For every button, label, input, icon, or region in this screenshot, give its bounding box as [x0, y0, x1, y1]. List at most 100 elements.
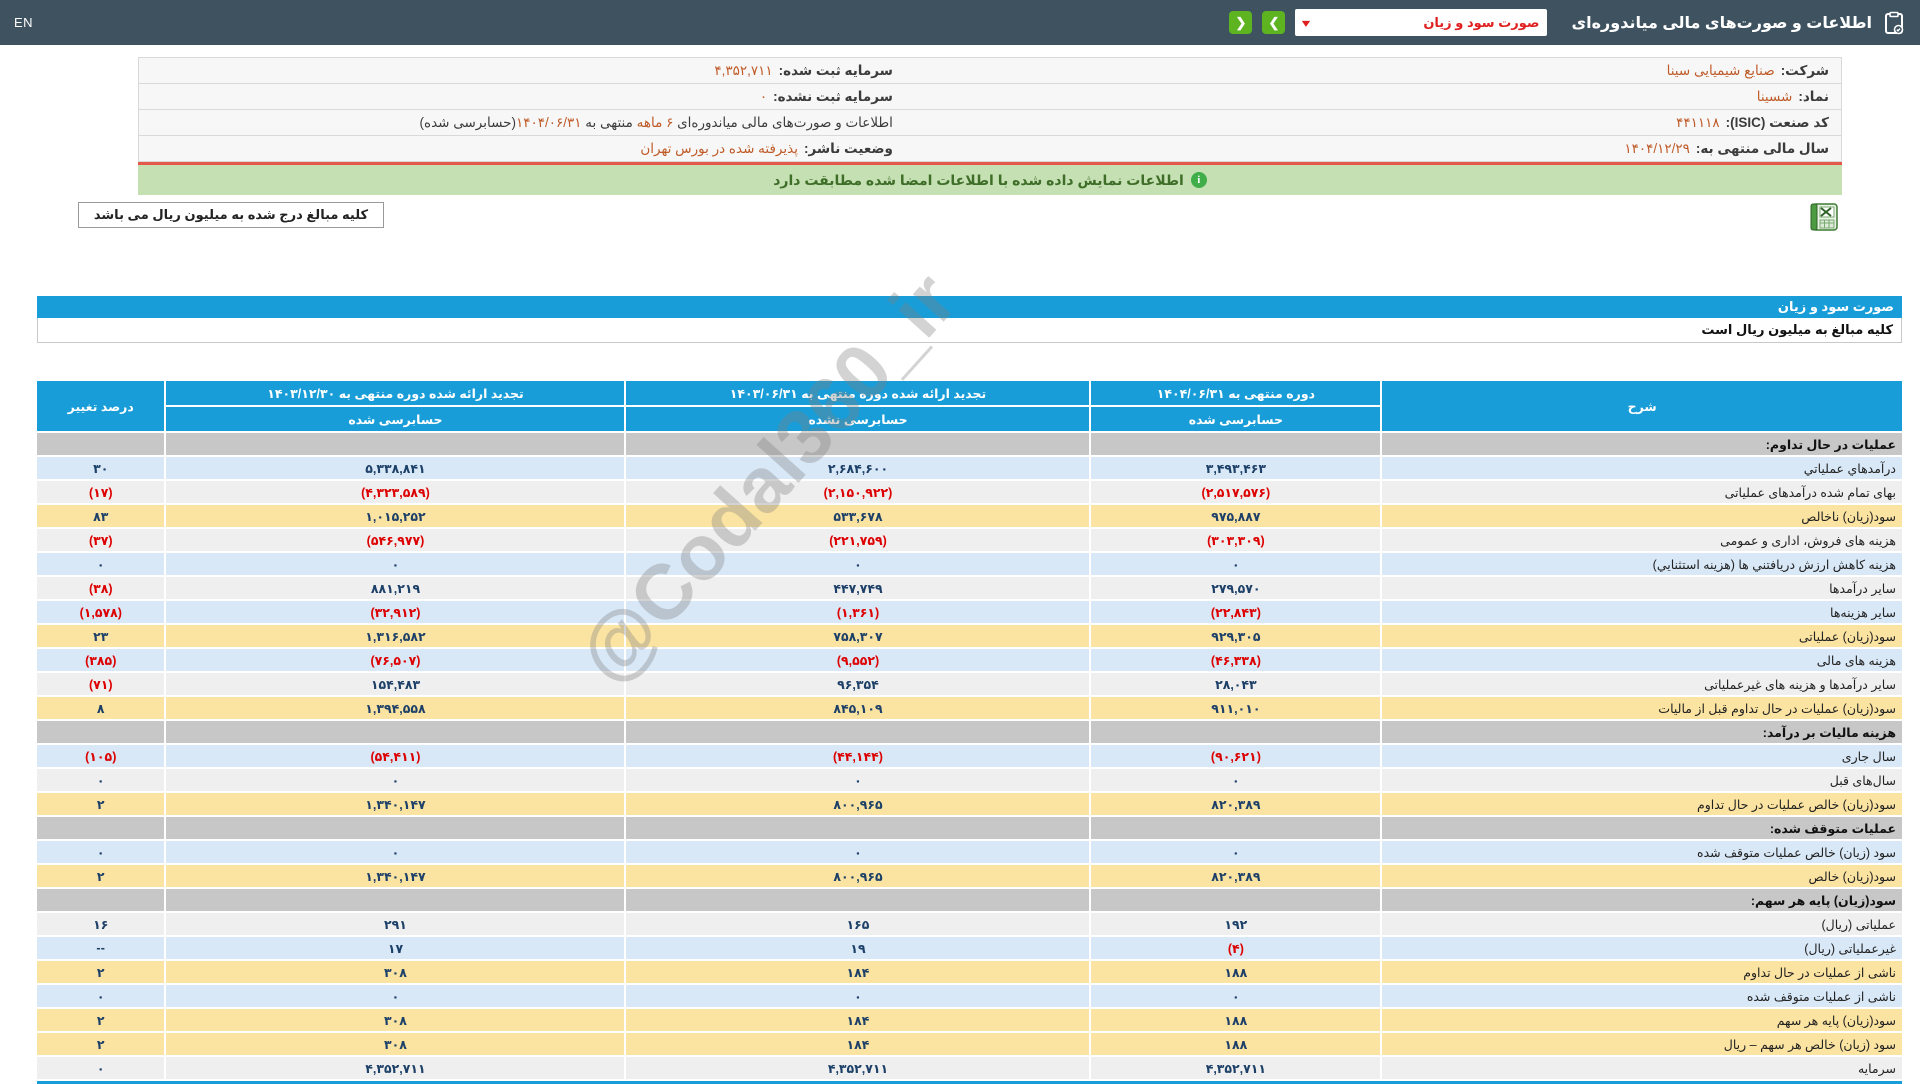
company-info-row: سال مالی منتهی به: ۱۴۰۴/۱۲/۲۹ وضعیت ناشر:…	[139, 136, 1841, 162]
cell-value-annual	[166, 433, 625, 455]
company-info-row: نماد: شسینا سرمایه ثبت نشده: ۰	[139, 84, 1841, 110]
cell-value-prior	[626, 889, 1090, 911]
cell-percent-change: ۰	[37, 1057, 165, 1079]
table-header: شرح دوره منتهی به ۱۴۰۴/۰۶/۳۱ تجدید ارائه…	[37, 381, 1902, 431]
cell-value-annual: ۰	[166, 553, 625, 575]
cell-value-prior	[626, 433, 1090, 455]
cell-percent-change: ۲۳	[37, 625, 165, 647]
cell-percent-change	[37, 433, 165, 455]
cell-value-prior: ۱۹	[626, 937, 1090, 959]
cell-value-current: ۴,۳۵۲,۷۱۱	[1091, 1057, 1381, 1079]
table-row: درآمدهاي عملياتي ۳,۴۹۳,۴۶۳ ۲,۶۸۴,۶۰۰ ۵,۳۳۸,…	[37, 457, 1902, 479]
cell-percent-change: (۱۰۵)	[37, 745, 165, 767]
cell-value-annual: ۱,۳۴۰,۱۴۷	[166, 793, 625, 815]
cell-value-current: ۱۸۸	[1091, 1033, 1381, 1055]
excel-export-icon[interactable]	[1808, 202, 1840, 232]
statement-title-bar: صورت سود و زیان	[37, 296, 1902, 318]
report-type-select[interactable]: صورت سود و زیان ▾	[1295, 9, 1548, 36]
cell-percent-change: ۲	[37, 1009, 165, 1031]
cell-percent-change: (۳۸۵)	[37, 649, 165, 671]
symbol-value: شسینا	[1756, 88, 1793, 104]
row-label: غیرعملیاتی (ریال)	[1382, 937, 1902, 959]
cell-value-annual: ۵,۳۳۸,۸۴۱	[166, 457, 625, 479]
cell-value-current: (۲۲,۸۴۳)	[1091, 601, 1381, 623]
table-row: هزینه های مالی (۴۶,۳۳۸) (۹,۵۵۲) (۷۶,۵۰۷) (۳۸…	[37, 649, 1902, 671]
cell-value-prior: ۹۶,۳۵۴	[626, 673, 1090, 695]
cell-value-prior: (۲۲۱,۷۵۹)	[626, 529, 1090, 551]
row-label: سال جاری	[1382, 745, 1902, 767]
cell-percent-change: ۱۶	[37, 913, 165, 935]
cell-value-prior: ۱۸۴	[626, 1033, 1090, 1055]
cell-value-prior: ۱۸۴	[626, 1009, 1090, 1031]
next-report-button[interactable]: ❯	[1262, 11, 1286, 34]
row-label: ناشی از عملیات در حال تداوم	[1382, 961, 1902, 983]
company-info-row: کد صنعت (ISIC): ۴۴۱۱۱۸ اطلاعات و صورت‌های…	[139, 110, 1841, 136]
table-row: هزینه های فروش، اداری و عمومی (۳۰۳,۳۰۹) (۲…	[37, 529, 1902, 551]
top-bar: اطلاعات و صورت‌های مالی میاندوره‌ای صورت…	[0, 0, 1920, 45]
cell-percent-change	[37, 889, 165, 911]
row-label: سایر هزینه‌ها	[1382, 601, 1902, 623]
cell-value-prior: ۱۶۵	[626, 913, 1090, 935]
cell-percent-change: ۳۰	[37, 457, 165, 479]
section-row: سود(زیان) پایه هر سهم:	[37, 889, 1902, 911]
cell-percent-change: (۱۷)	[37, 481, 165, 503]
cell-percent-change: ۲	[37, 793, 165, 815]
table-row: غیرعملیاتی (ریال) (۴) ۱۹ ۱۷ --	[37, 937, 1902, 959]
page-title: اطلاعات و صورت‌های مالی میاندوره‌ای	[1571, 14, 1872, 32]
cell-value-current	[1091, 721, 1381, 743]
row-label: سود (زیان) خالص عملیات متوقف شده	[1382, 841, 1902, 863]
row-label: هزینه مالیات بر درآمد:	[1382, 721, 1902, 743]
table-row: هزينه کاهش ارزش دريافتني ها (هزينه استثن…	[37, 553, 1902, 575]
cell-value-annual: (۴,۳۲۳,۵۸۹)	[166, 481, 625, 503]
company-name: صنایع شیمیایی سینا	[1666, 62, 1775, 78]
cell-percent-change: (۳۸)	[37, 577, 165, 599]
cell-value-current	[1091, 817, 1381, 839]
table-row: سرمایه ۴,۳۵۲,۷۱۱ ۴,۳۵۲,۷۱۱ ۴,۳۵۲,۷۱۱ ۰	[37, 1057, 1902, 1079]
cell-value-prior	[626, 721, 1090, 743]
row-label: سال‌های قبل	[1382, 769, 1902, 791]
table-row: سود(زیان) عملیات در حال تداوم قبل از مال…	[37, 697, 1902, 719]
cell-value-current: ۸۲۰,۳۸۹	[1091, 793, 1381, 815]
cell-value-current: ۱۸۸	[1091, 961, 1381, 983]
row-label: سود(زیان) پایه هر سهم:	[1382, 889, 1902, 911]
table-row: ناشی از عملیات در حال تداوم ۱۸۸ ۱۸۴ ۳۰۸ ۲	[37, 961, 1902, 983]
report-period-date: ۱۴۰۴/۰۶/۳۱	[515, 114, 582, 130]
company-label: شرکت:	[1780, 62, 1829, 78]
row-label: سایر درآمدها و هزینه های غیرعملیاتی	[1382, 673, 1902, 695]
table-row: سایر درآمدها و هزینه های غیرعملیاتی ۲۸,۰۴…	[37, 673, 1902, 695]
row-label: عملیاتی (ریال)	[1382, 913, 1902, 935]
row-label: سود(زیان) پایه هر سهم	[1382, 1009, 1902, 1031]
row-label: سود(زیان) عملیاتی	[1382, 625, 1902, 647]
cell-value-prior: ۸۰۰,۹۶۵	[626, 793, 1090, 815]
cell-value-prior: ۰	[626, 985, 1090, 1007]
report-audited-text: (حسابرسی شده)	[419, 114, 516, 130]
cell-value-current	[1091, 433, 1381, 455]
table-row: بهای تمام شده درآمدهای عملیاتی (۲,۵۱۷,۵۷۶…	[37, 481, 1902, 503]
col-header-current-period: دوره منتهی به ۱۴۰۴/۰۶/۳۱	[1091, 381, 1381, 405]
unregistered-capital-value: ۰	[759, 88, 768, 104]
table-row: عملیاتی (ریال) ۱۹۲ ۱۶۵ ۲۹۱ ۱۶	[37, 913, 1902, 935]
row-label: سود(زیان) عملیات در حال تداوم قبل از مال…	[1382, 697, 1902, 719]
prev-report-button[interactable]: ❮	[1229, 11, 1253, 34]
cell-percent-change: ۸۳	[37, 505, 165, 527]
cell-value-current: ۳,۴۹۳,۴۶۳	[1091, 457, 1381, 479]
statement-table-body: عملیات در حال تداوم: درآمدهاي عملياتي ۳,۴۹…	[37, 433, 1902, 1079]
cell-percent-change: ۰	[37, 553, 165, 575]
cell-percent-change: (۱,۵۷۸)	[37, 601, 165, 623]
symbol-label: نماد:	[1798, 88, 1829, 104]
clipboard-icon	[1882, 11, 1906, 35]
table-row: سود(زیان) خالص ۸۲۰,۳۸۹ ۸۰۰,۹۶۵ ۱,۳۴۰,۱۴۷ ۲	[37, 865, 1902, 887]
cell-value-current: ۸۲۰,۳۸۹	[1091, 865, 1381, 887]
cell-value-annual: ۱,۰۱۵,۲۵۲	[166, 505, 625, 527]
cell-value-prior: (۱,۳۶۱)	[626, 601, 1090, 623]
cell-percent-change: ۸	[37, 697, 165, 719]
table-row: سایر درآمدها ۲۷۹,۵۷۰ ۴۴۷,۷۴۹ ۸۸۱,۲۱۹ (۳۸)	[37, 577, 1902, 599]
col-header-description: شرح	[1382, 381, 1902, 431]
language-switch-en[interactable]: EN	[14, 15, 33, 30]
row-label: هزینه های فروش، اداری و عمومی	[1382, 529, 1902, 551]
row-label: عملیات متوقف شده:	[1382, 817, 1902, 839]
company-info-card: شرکت: صنایع شیمیایی سینا سرمایه ثبت شده: ۴…	[138, 57, 1842, 162]
cell-value-current: (۳۰۳,۳۰۹)	[1091, 529, 1381, 551]
cell-percent-change	[37, 721, 165, 743]
cell-value-annual: ۱۷	[166, 937, 625, 959]
